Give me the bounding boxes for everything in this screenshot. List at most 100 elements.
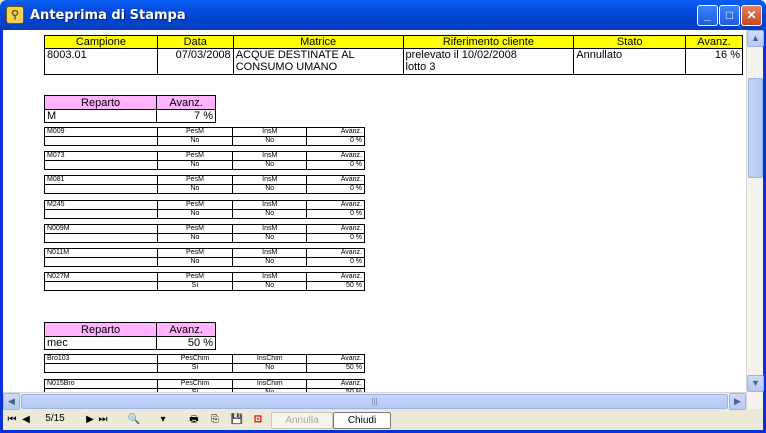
- test-avanz-label: Avanz.: [306, 199, 365, 210]
- reparto-header: Reparto: [43, 95, 158, 110]
- test1-value: Sì: [156, 363, 234, 374]
- test2-value: No: [232, 281, 308, 292]
- test-empty-cell: [44, 232, 158, 243]
- test-table: N015BroPesChimInsChimAvanz.SìNo50 %: [44, 378, 365, 392]
- test2-label: InsM: [232, 175, 308, 186]
- test-empty-cell: [44, 257, 158, 267]
- test-value-row: No No 0 %: [44, 136, 365, 146]
- print-icon[interactable]: 🖶: [187, 413, 201, 427]
- last-page-icon[interactable]: ⏭: [96, 413, 110, 427]
- test-avanz-label: Avanz.: [306, 354, 365, 365]
- first-page-icon[interactable]: ⏮: [5, 413, 19, 427]
- test1-label: PesM: [156, 199, 234, 210]
- matrice-line-2: CONSUMO UMANO: [235, 61, 338, 73]
- reparto-table: Reparto Avanz. M 7 %: [43, 95, 216, 123]
- test-avanz-label: Avanz.: [306, 378, 365, 389]
- reparto-row: mec 50 %: [43, 336, 216, 351]
- test1-value: No: [156, 208, 234, 219]
- test-table: M073 PesM InsM Avanz. No No 0 %: [44, 151, 365, 171]
- avanz-cell: 16 %: [685, 48, 743, 75]
- test2-label: InsM: [232, 223, 308, 234]
- matrice-cell: ACQUE DESTINATE AL CONSUMO UMANO: [232, 48, 404, 75]
- test-code: M073: [44, 151, 158, 162]
- col-data: Data: [156, 35, 234, 49]
- test-avanz-value: 0 %: [306, 136, 365, 146]
- test-value-row: No No 0 %: [44, 160, 365, 171]
- test2-value: No: [232, 160, 308, 171]
- reparto-header-row: Reparto Avanz.: [43, 322, 216, 338]
- prev-page-icon[interactable]: ◀: [19, 413, 33, 427]
- test-avanz-label: Avanz.: [306, 272, 365, 283]
- minimize-button[interactable]: _: [697, 5, 718, 26]
- scroll-right-icon[interactable]: ▶: [729, 393, 746, 410]
- test1-label: PesM: [156, 223, 234, 234]
- test-code: M245: [44, 199, 158, 210]
- test-avanz-label: Avanz.: [306, 248, 365, 258]
- pdf-icon[interactable]: ⊡: [251, 413, 265, 427]
- test2-label: InsChim: [232, 354, 308, 365]
- test-table: M245 PesM InsM Avanz. No No 0 %: [44, 199, 365, 219]
- test-header-row: M081 PesM InsM Avanz.: [44, 175, 365, 186]
- test-code: N027M: [44, 272, 158, 283]
- test-empty-cell: [44, 160, 158, 171]
- window: ⚲ Anteprima di Stampa _ □ ✕ Campione Dat…: [0, 0, 766, 433]
- test-code: N011M: [44, 248, 158, 258]
- save-icon[interactable]: 💾: [230, 413, 244, 427]
- scroll-down-icon[interactable]: ▼: [747, 375, 764, 392]
- test-empty-cell: [44, 184, 158, 195]
- riferimento-line-1: prelevato il 10/02/2008: [405, 49, 517, 62]
- col-avanz: Avanz.: [685, 35, 743, 49]
- vertical-scroll-thumb[interactable]: [748, 78, 763, 178]
- horizontal-scrollbar[interactable]: ◀ ||| ▶: [3, 392, 746, 410]
- chiudi-button[interactable]: Chiudi: [333, 412, 391, 429]
- maximize-button[interactable]: □: [719, 5, 740, 26]
- test2-label: InsM: [232, 127, 308, 137]
- test1-label: PesM: [156, 151, 234, 162]
- test-header-row: N015Bro PesChim InsChim Avanz.: [44, 378, 365, 389]
- reparto-header: Reparto: [43, 322, 158, 338]
- test-value-row: No No 0 %: [44, 232, 365, 243]
- test-code: Bro103: [44, 354, 158, 365]
- test-value-row: SìNo50 %: [44, 363, 365, 374]
- test1-value: No: [156, 160, 234, 171]
- scroll-left-icon[interactable]: ◀: [3, 393, 20, 410]
- reparto-header-row: Reparto Avanz.: [43, 95, 216, 110]
- test2-value: No: [232, 257, 308, 267]
- test2-label: InsM: [232, 199, 308, 210]
- zoom-dropdown-icon[interactable]: ▾: [156, 413, 170, 427]
- col-matrice: Matrice: [232, 35, 404, 49]
- title-bar[interactable]: ⚲ Anteprima di Stampa _ □ ✕: [0, 0, 766, 30]
- test1-label: PesM: [156, 175, 234, 186]
- window-title: Anteprima di Stampa: [30, 7, 186, 23]
- test-avanz-label: Avanz.: [306, 175, 365, 186]
- reparto-avanz-header: Avanz.: [156, 95, 216, 110]
- col-stato: Stato: [573, 35, 687, 49]
- data-cell: 07/03/2008: [156, 48, 234, 75]
- test-table: N009M PesM InsM Avanz. No No 0 %: [44, 223, 365, 243]
- test-empty-cell: [44, 363, 158, 374]
- test-table: N011M PesM InsM Avanz. No No 0 %: [44, 248, 365, 267]
- test-table: N027M PesM InsM Avanz. Sì No 50 %: [44, 272, 365, 292]
- annulla-button[interactable]: Annulla: [271, 412, 333, 429]
- campione-cell: 8003.01: [44, 48, 158, 75]
- test-value-row: SìNo50 %: [44, 281, 365, 292]
- test-value-row: No No 0 %: [44, 257, 365, 267]
- test1-value: No: [156, 136, 234, 146]
- test-header-row: N027M PesM InsM Avanz.: [44, 272, 365, 283]
- reparto-row: M7 %: [43, 109, 216, 123]
- vertical-scrollbar[interactable]: ▲ ▼: [746, 30, 764, 409]
- page-indicator: 5/15: [45, 413, 65, 424]
- test1-label: PesChim: [156, 354, 234, 365]
- test2-label: InsM: [232, 272, 308, 283]
- next-page-icon[interactable]: ▶: [83, 413, 97, 427]
- horizontal-scroll-thumb[interactable]: |||: [21, 394, 728, 409]
- reparto-avanz-header: Avanz.: [156, 322, 216, 338]
- copy-icon[interactable]: ⎘: [208, 413, 222, 427]
- zoom-icon[interactable]: 🔍: [127, 413, 141, 427]
- test1-value: No: [156, 257, 234, 267]
- scroll-up-icon[interactable]: ▲: [747, 30, 764, 47]
- test-code: N015Bro: [44, 378, 158, 389]
- test2-value: No: [232, 208, 308, 219]
- reparto-name: M: [43, 109, 158, 123]
- close-button[interactable]: ✕: [741, 5, 762, 26]
